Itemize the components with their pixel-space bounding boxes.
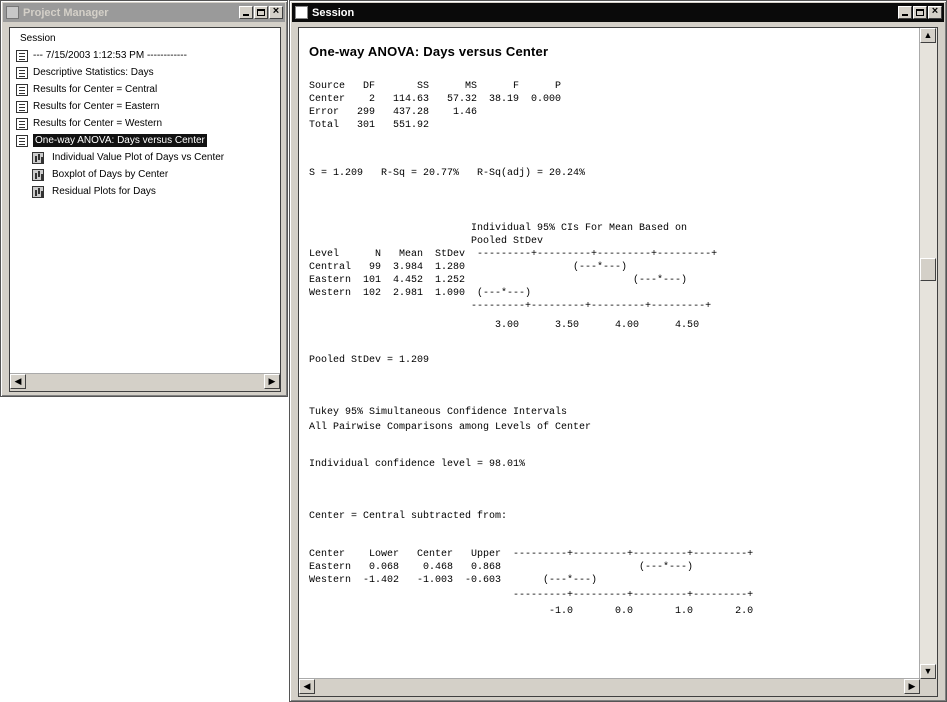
- close-button[interactable]: ×: [928, 5, 942, 19]
- maximize-button[interactable]: [913, 6, 927, 19]
- scroll-right-button[interactable]: ▶: [264, 374, 280, 389]
- tree-item-results-western[interactable]: Results for Center = Western: [10, 115, 280, 132]
- size-grip[interactable]: [920, 679, 937, 696]
- tukey-line: Center Lower Center Upper ---------+----…: [309, 549, 754, 560]
- individual-confidence: Individual confidence level = 98.01%: [309, 459, 526, 470]
- minimize-icon: [243, 14, 249, 16]
- arrow-right-icon: ▶: [908, 681, 916, 691]
- tukey-line: ---------+---------+---------+---------+: [309, 590, 754, 601]
- pooled-stdev: Pooled StDev = 1.209: [309, 355, 430, 366]
- session-window: Session × One-way ANOVA: Days versus Cen…: [289, 0, 947, 702]
- session-output-pane: One-way ANOVA: Days versus Center Source…: [298, 27, 938, 697]
- close-button[interactable]: ×: [269, 5, 283, 19]
- scroll-down-button[interactable]: ▼: [920, 664, 936, 679]
- graph-icon: [32, 151, 44, 164]
- project-manager-titlebar[interactable]: Project Manager ×: [3, 3, 285, 22]
- session-vertical-scrollbar[interactable]: ▲ ▼: [919, 28, 937, 679]
- tree-item-label: Boxplot of Days by Center: [52, 169, 169, 180]
- arrow-left-icon: ◀: [14, 376, 22, 386]
- tree-item-results-eastern[interactable]: Results for Center = Eastern: [10, 98, 280, 115]
- graph-icon: [32, 185, 44, 198]
- arrow-right-icon: ▶: [268, 376, 276, 386]
- summary-line: S = 1.209 R-Sq = 20.77% R-Sq(adj) = 20.2…: [309, 168, 586, 179]
- tree-item-label: Results for Center = Eastern: [33, 101, 160, 112]
- project-manager-window: Project Manager × Session --- 7/15/2003 …: [0, 0, 288, 397]
- session-title: Session: [312, 6, 355, 19]
- tukey-subtitle: All Pairwise Comparisons among Levels of…: [309, 422, 592, 433]
- anova-header: Source DF SS MS F P: [309, 81, 562, 92]
- vertical-scroll-thumb[interactable]: [920, 258, 936, 281]
- graph-icon: [32, 168, 44, 181]
- arrow-down-icon: ▼: [923, 666, 933, 676]
- session-icon: [295, 6, 308, 19]
- tukey-title: Tukey 95% Simultaneous Confidence Interv…: [309, 407, 568, 418]
- tree-item-individual-value-plot[interactable]: Individual Value Plot of Days vs Center: [10, 149, 280, 166]
- tree-item-timestamp[interactable]: --- 7/15/2003 1:12:53 PM ------------: [10, 47, 280, 64]
- close-icon: ×: [272, 5, 280, 17]
- close-icon: ×: [931, 5, 939, 17]
- output-heading: One-way ANOVA: Days versus Center: [309, 44, 549, 59]
- tree-item-results-central[interactable]: Results for Center = Central: [10, 81, 280, 98]
- project-manager-icon: [6, 6, 19, 19]
- document-icon: [16, 49, 28, 62]
- tree-item-label: Individual Value Plot of Days vs Center: [52, 152, 225, 163]
- document-icon: [16, 66, 28, 79]
- scroll-left-button[interactable]: ◀: [10, 374, 26, 389]
- session-horizontal-scrollbar[interactable]: ◀ ▶: [299, 678, 920, 696]
- ci-line: Pooled StDev: [309, 236, 544, 247]
- session-titlebar[interactable]: Session ×: [292, 3, 944, 22]
- anova-row-total: Total 301 551.92: [309, 120, 430, 131]
- tukey-line: Western -1.402 -1.003 -0.603 (---*---): [309, 575, 598, 586]
- anova-row-error: Error 299 437.28 1.46: [309, 107, 478, 118]
- arrow-left-icon: ◀: [303, 681, 311, 691]
- project-tree: Session --- 7/15/2003 1:12:53 PM -------…: [10, 28, 280, 373]
- ci-line: 3.00 3.50 4.00 4.50: [309, 320, 700, 331]
- document-icon: [16, 134, 28, 147]
- tree-item-residual-plots[interactable]: Residual Plots for Days: [10, 183, 280, 200]
- tree-item-label: Descriptive Statistics: Days: [33, 67, 154, 78]
- project-tree-horizontal-scrollbar[interactable]: ◀ ▶: [10, 373, 280, 391]
- ci-line: Eastern 101 4.452 1.252 (---*---): [309, 275, 688, 286]
- ci-line: Level N Mean StDev ---------+---------+-…: [309, 249, 718, 260]
- tree-root-session[interactable]: Session: [10, 28, 280, 47]
- minimize-button[interactable]: [898, 6, 912, 19]
- ci-line: Individual 95% CIs For Mean Based on: [309, 223, 688, 234]
- anova-row-center: Center 2 114.63 57.32 38.19 0.000: [309, 94, 562, 105]
- document-icon: [16, 83, 28, 96]
- tree-item-label: Residual Plots for Days: [52, 186, 156, 197]
- maximize-button[interactable]: [254, 6, 268, 19]
- subtracted-from: Center = Central subtracted from:: [309, 511, 508, 522]
- document-icon: [16, 117, 28, 130]
- minimize-icon: [902, 14, 908, 16]
- tree-item-label: Results for Center = Central: [33, 84, 158, 95]
- tukey-line: -1.0 0.0 1.0 2.0: [309, 606, 754, 617]
- arrow-up-icon: ▲: [923, 30, 933, 40]
- scroll-right-button[interactable]: ▶: [904, 679, 920, 694]
- tukey-line: Eastern 0.068 0.468 0.868 (---*---): [309, 562, 694, 573]
- tree-item-descriptive-statistics[interactable]: Descriptive Statistics: Days: [10, 64, 280, 81]
- tree-item-label: Results for Center = Western: [33, 118, 163, 129]
- maximize-icon: [257, 9, 265, 16]
- project-tree-pane: Session --- 7/15/2003 1:12:53 PM -------…: [9, 27, 281, 392]
- document-icon: [16, 100, 28, 113]
- tree-item-label: --- 7/15/2003 1:12:53 PM ------------: [33, 50, 187, 61]
- ci-line: ---------+---------+---------+---------+: [309, 301, 712, 312]
- tree-item-boxplot[interactable]: Boxplot of Days by Center: [10, 166, 280, 183]
- project-manager-title: Project Manager: [23, 6, 109, 19]
- session-output: One-way ANOVA: Days versus Center Source…: [309, 38, 917, 676]
- tree-item-label: One-way ANOVA: Days versus Center: [33, 134, 207, 147]
- ci-line: Central 99 3.984 1.280 (---*---): [309, 262, 628, 273]
- scroll-left-button[interactable]: ◀: [299, 679, 315, 694]
- ci-line: Western 102 2.981 1.090 (---*---): [309, 288, 532, 299]
- minimize-button[interactable]: [239, 6, 253, 19]
- tree-item-one-way-anova[interactable]: One-way ANOVA: Days versus Center: [10, 132, 280, 149]
- maximize-icon: [916, 9, 924, 16]
- scroll-up-button[interactable]: ▲: [920, 28, 936, 43]
